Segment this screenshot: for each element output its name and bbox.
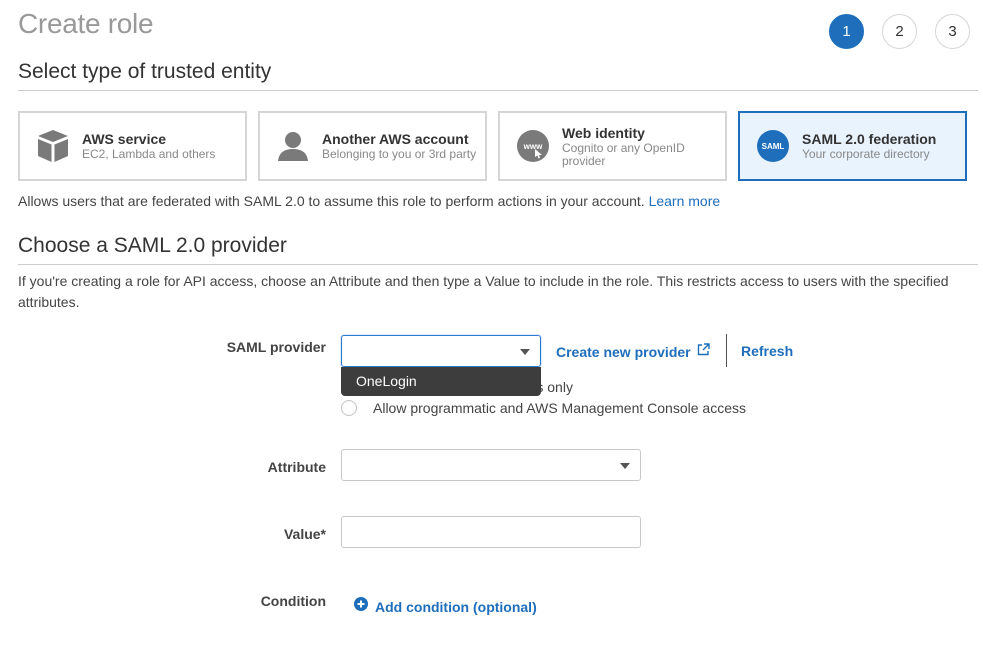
wizard-steps: 1 2 3 — [829, 14, 970, 49]
access-option-console[interactable]: Allow programmatic and AWS Management Co… — [341, 400, 746, 416]
attribute-label: Attribute — [267, 459, 326, 475]
create-provider-link[interactable]: Create new provider — [556, 343, 710, 361]
entity-type-cards: AWS service EC2, Lambda and others Anoth… — [18, 111, 967, 181]
card-another-aws-account[interactable]: Another AWS account Belonging to you or … — [258, 111, 487, 181]
saml-provider-heading: Choose a SAML 2.0 provider — [18, 234, 287, 257]
chevron-down-icon — [520, 349, 530, 355]
card-title: SAML 2.0 federation — [802, 131, 937, 147]
trusted-entity-heading: Select type of trusted entity — [18, 60, 272, 83]
card-saml-federation[interactable]: SAML SAML 2.0 federation Your corporate … — [738, 111, 967, 181]
refresh-link[interactable]: Refresh — [741, 343, 793, 359]
card-web-identity[interactable]: www Web identity Cognito or any OpenID p… — [498, 111, 727, 181]
external-link-icon — [697, 343, 710, 361]
divider — [18, 90, 978, 91]
entity-description-text: Allows users that are federated with SAM… — [18, 193, 645, 209]
learn-more-link[interactable]: Learn more — [649, 193, 721, 209]
card-subtitle: Belonging to you or 3rd party — [322, 147, 477, 161]
entity-description: Allows users that are federated with SAM… — [18, 193, 720, 209]
saml-icon: SAML — [756, 129, 790, 163]
condition-label: Condition — [260, 593, 326, 609]
saml-provider-dropdown: OneLogin — [341, 367, 541, 396]
card-title: Another AWS account — [322, 131, 469, 147]
value-label: Value* — [283, 526, 326, 542]
plus-circle-icon — [354, 597, 368, 616]
card-title: Web identity — [562, 124, 645, 141]
saml-icon-text: SAML — [761, 141, 785, 151]
saml-provider-select[interactable] — [341, 335, 541, 367]
card-subtitle: Your corporate directory — [802, 147, 930, 161]
divider — [18, 264, 978, 265]
dropdown-option-onelogin[interactable]: OneLogin — [356, 373, 526, 389]
value-input[interactable] — [341, 516, 641, 548]
card-subtitle: Cognito or any OpenID provider — [562, 140, 685, 168]
www-icon: www — [516, 129, 550, 163]
card-aws-service[interactable]: AWS service EC2, Lambda and others — [18, 111, 247, 181]
saml-description: If you're creating a role for API access… — [18, 273, 949, 310]
card-title: AWS service — [82, 131, 167, 147]
step-3[interactable]: 3 — [935, 14, 970, 49]
create-provider-label: Create new provider — [556, 344, 691, 360]
access-option-label: Allow programmatic and AWS Management Co… — [373, 400, 746, 416]
chevron-down-icon — [620, 463, 630, 469]
add-condition-label: Add condition (optional) — [375, 598, 537, 615]
saml-provider-label: SAML provider — [226, 339, 326, 355]
card-subtitle: EC2, Lambda and others — [82, 147, 216, 161]
radio-console[interactable] — [341, 400, 357, 416]
step-2[interactable]: 2 — [882, 14, 917, 49]
attribute-select[interactable] — [341, 449, 641, 481]
link-separator — [726, 334, 727, 367]
add-condition-button[interactable]: Add condition (optional) — [354, 597, 537, 616]
page-title: Create role — [18, 8, 154, 39]
user-icon — [276, 129, 310, 163]
step-1[interactable]: 1 — [829, 14, 864, 49]
cube-icon — [36, 129, 70, 163]
